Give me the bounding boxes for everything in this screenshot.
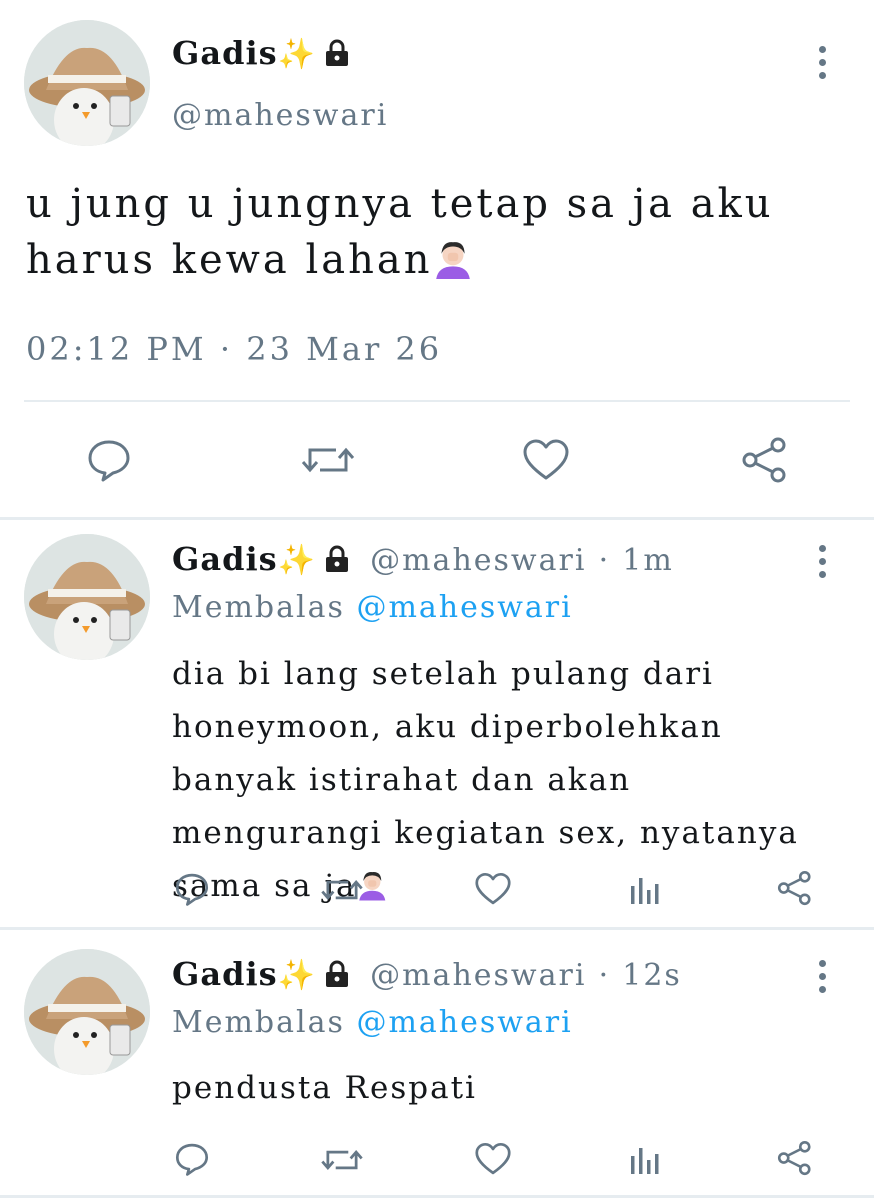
retweet-icon[interactable] (300, 440, 356, 480)
share-icon[interactable] (776, 870, 814, 906)
share-icon[interactable] (740, 436, 790, 484)
analytics-icon[interactable] (628, 1144, 660, 1176)
user-handle[interactable]: @maheswari (370, 958, 586, 993)
sparkles-icon: ✨ (277, 543, 316, 578)
retweet-icon[interactable] (320, 1144, 364, 1176)
tweet-timestamp[interactable]: 02:12 PM · 23 Mar 26 (26, 330, 442, 368)
sparkles-icon: ✨ (277, 37, 316, 72)
reply-text: pendusta Respati (172, 1062, 832, 1115)
more-options-icon[interactable] (818, 46, 828, 85)
replying-to-mention[interactable]: @maheswari (356, 1005, 572, 1040)
facepalm-emoji-icon (436, 242, 471, 279)
reply-icon[interactable] (86, 438, 132, 482)
display-name-text: Gadis (172, 955, 278, 993)
more-options-icon[interactable] (818, 545, 828, 584)
lock-icon (324, 958, 350, 996)
meta-separator: · (598, 958, 611, 993)
reply-icon[interactable] (174, 872, 210, 906)
reply-age[interactable]: 1m (622, 543, 674, 578)
reply-icon[interactable] (174, 1142, 210, 1176)
reply-text-content: pendusta Respati (172, 1070, 477, 1106)
tweet-separator (0, 927, 874, 930)
more-options-icon[interactable] (818, 960, 828, 999)
tweet-time: 02:12 PM (26, 330, 207, 368)
replying-to-mention[interactable]: @maheswari (356, 590, 572, 625)
like-icon[interactable] (522, 438, 570, 482)
tweet-separator (0, 1195, 874, 1198)
like-icon[interactable] (474, 872, 512, 906)
replying-to-label: Membalas (172, 590, 345, 625)
replying-to-label: Membalas (172, 1005, 345, 1040)
sparkles-icon: ✨ (277, 958, 316, 993)
reply-text-content: dia bi lang setelah pulang dari honeymoo… (172, 656, 799, 904)
tweet-date: 23 Mar 26 (246, 330, 443, 368)
display-name-text: Gadis (172, 34, 278, 72)
replying-to: Membalas @maheswari (172, 1005, 573, 1040)
lock-icon (324, 37, 350, 75)
analytics-icon[interactable] (628, 874, 660, 906)
reply-age[interactable]: 12s (622, 958, 682, 993)
avatar[interactable] (24, 949, 150, 1075)
divider (24, 400, 850, 402)
retweet-icon[interactable] (320, 874, 364, 906)
reply-header[interactable]: Gadis✨ @maheswari · 12s (172, 955, 682, 996)
meta-separator: · (598, 543, 611, 578)
replying-to: Membalas @maheswari (172, 590, 573, 625)
avatar[interactable] (24, 20, 150, 146)
tweet-separator (0, 517, 874, 520)
lock-icon (324, 543, 350, 581)
like-icon[interactable] (474, 1142, 512, 1176)
tweet-text: u jung u jungnya tetap sa ja aku harus k… (26, 176, 856, 288)
reply-header[interactable]: Gadis✨ @maheswari · 1m (172, 540, 674, 581)
user-handle[interactable]: @maheswari (172, 98, 388, 133)
display-name[interactable]: Gadis✨ (172, 34, 350, 75)
share-icon[interactable] (776, 1140, 814, 1176)
avatar[interactable] (24, 534, 150, 660)
timestamp-separator: · (219, 330, 234, 368)
user-handle[interactable]: @maheswari (370, 543, 586, 578)
tweet-text-content: u jung u jungnya tetap sa ja aku harus k… (26, 181, 774, 283)
display-name-text: Gadis (172, 540, 278, 578)
